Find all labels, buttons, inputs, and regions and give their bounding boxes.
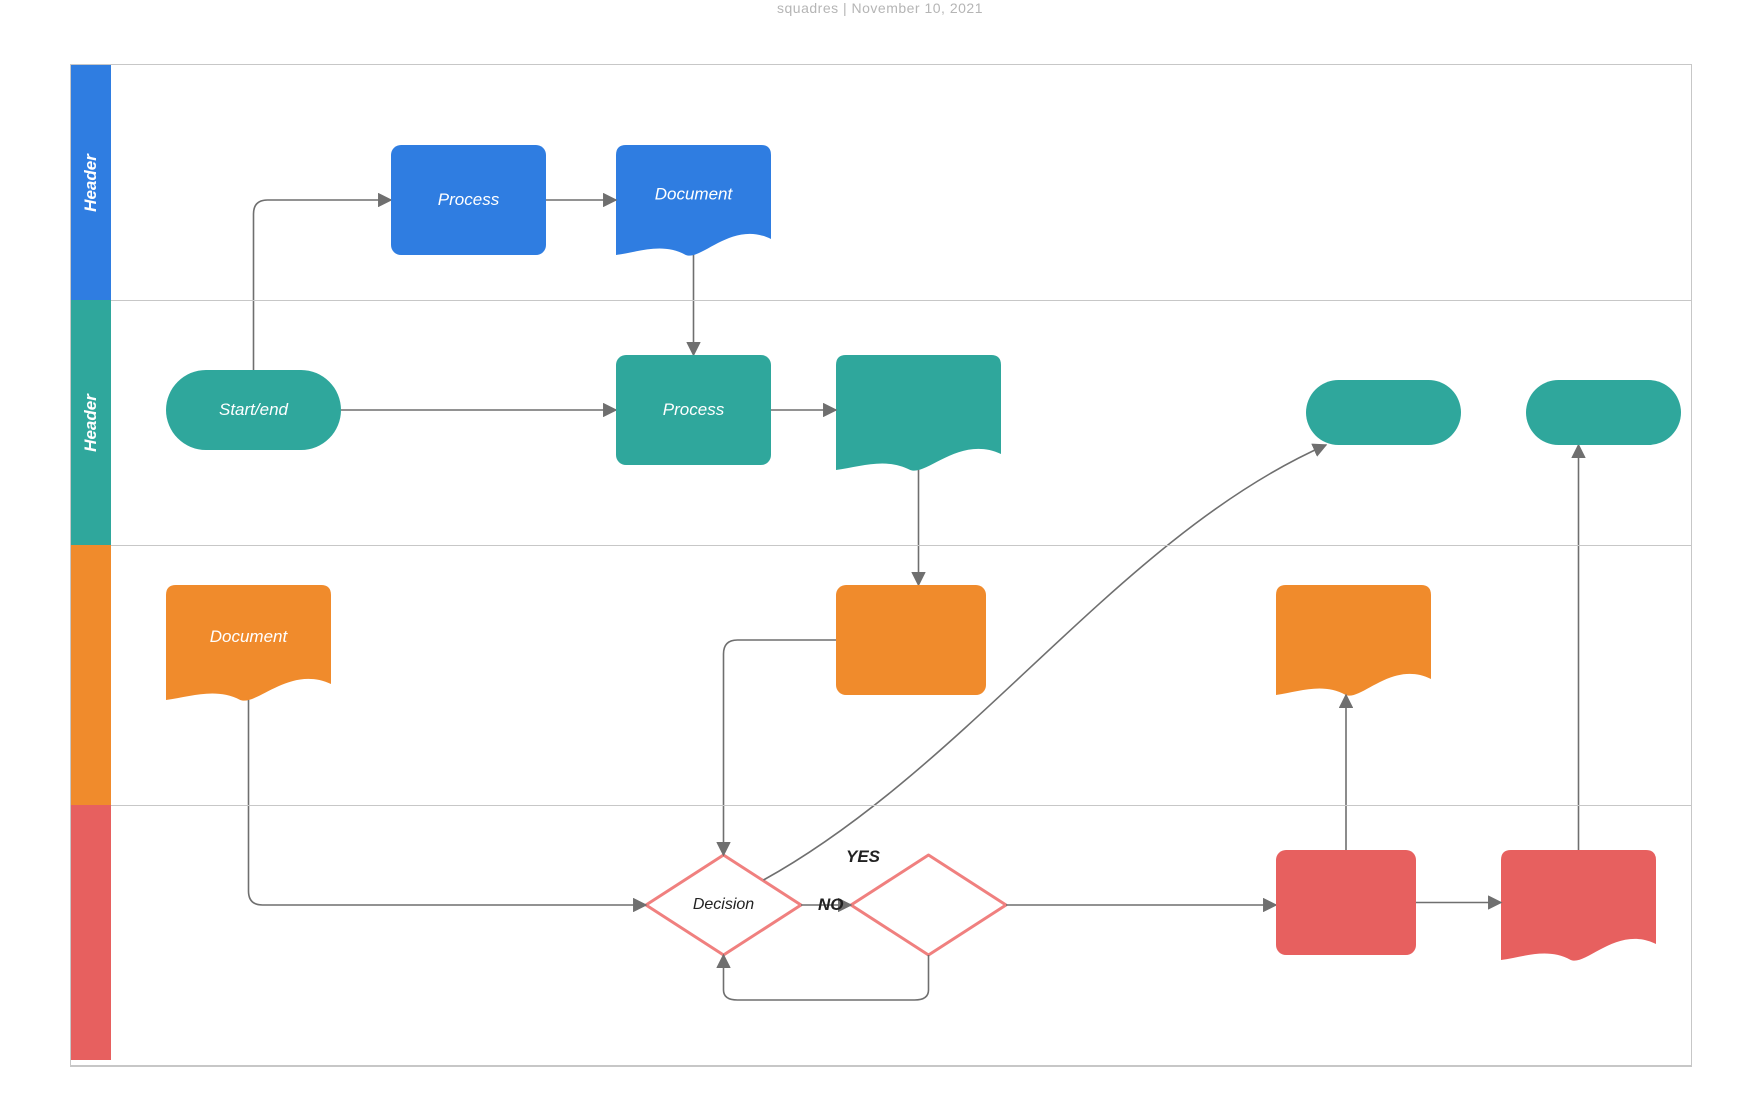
term1[interactable] xyxy=(1306,380,1461,445)
lane-header-0: Header xyxy=(71,65,111,300)
connector xyxy=(724,955,929,1000)
shape-label: Decision xyxy=(693,896,754,913)
decision1[interactable]: Decision xyxy=(646,855,801,955)
doc2[interactable] xyxy=(836,355,1001,471)
proc1[interactable]: Process xyxy=(391,145,546,255)
edge-label-no: NO xyxy=(818,895,844,915)
proc4[interactable] xyxy=(1276,850,1416,955)
connector xyxy=(254,200,392,370)
lane-header-1: Header xyxy=(71,300,111,545)
shape-label: Process xyxy=(438,190,499,210)
diagram-canvas: Document Document Decision xyxy=(71,65,1691,1065)
lane-header-3 xyxy=(71,805,111,1060)
swimlane-frame: Document Document Decision YES NO HeaderHe… xyxy=(70,64,1692,1067)
lane-divider xyxy=(111,545,1691,546)
edge-label-yes: YES xyxy=(846,847,880,867)
proc2[interactable]: Process xyxy=(616,355,771,465)
connector xyxy=(249,700,647,905)
lane-divider xyxy=(111,805,1691,806)
start[interactable]: Start/end xyxy=(166,370,341,450)
doc4[interactable] xyxy=(1276,585,1431,696)
doc5[interactable] xyxy=(1501,850,1656,961)
decision2[interactable] xyxy=(851,855,1006,955)
connector xyxy=(724,640,837,855)
term2[interactable] xyxy=(1526,380,1681,445)
lane-divider xyxy=(111,300,1691,301)
shape-label: Document xyxy=(655,184,734,203)
meta-text: squadres | November 10, 2021 xyxy=(777,0,983,16)
shape-label: Start/end xyxy=(219,400,288,420)
doc1[interactable]: Document xyxy=(616,145,771,256)
shape-label: Document xyxy=(210,627,289,646)
doc3[interactable]: Document xyxy=(166,585,331,701)
proc3[interactable] xyxy=(836,585,986,695)
shape-label: Process xyxy=(663,400,724,420)
lane-header-2 xyxy=(71,545,111,805)
